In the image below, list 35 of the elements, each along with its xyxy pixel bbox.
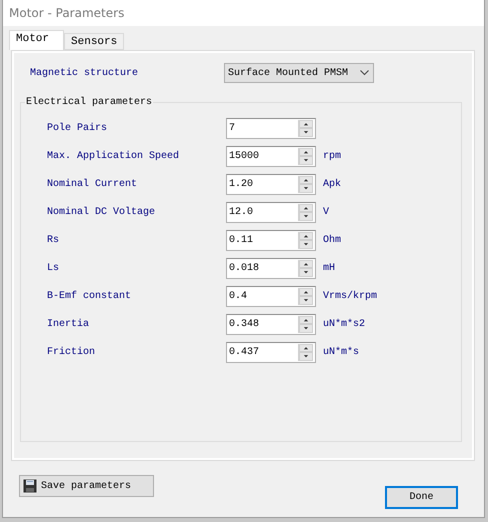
unit-label: mH	[323, 262, 336, 274]
unit-label: Ohm	[323, 234, 342, 246]
parameter-label: Max. Application Speed	[46, 150, 180, 162]
magnetic-structure-dropdown[interactable]: Surface Mounted PMSM	[224, 63, 374, 83]
spin-box[interactable]: 0.11	[226, 230, 316, 250]
unit-label: Apk	[323, 178, 342, 190]
parameter-label: Pole Pairs	[46, 122, 108, 134]
spin-box[interactable]: 12.0	[226, 202, 316, 222]
parameter-label: B-Emf constant	[46, 290, 132, 302]
spin-box[interactable]: 15000	[226, 146, 316, 166]
parameter-label: Inertia	[46, 318, 90, 330]
unit-label: rpm	[323, 150, 342, 162]
group-title: Electrical parameters	[25, 97, 154, 108]
spin-box[interactable]: 0.018	[226, 258, 316, 278]
window-title: Motor - Parameters	[9, 6, 124, 20]
spin-box[interactable]: 7	[226, 118, 316, 138]
spin-box[interactable]: 0.437	[226, 342, 316, 362]
parameter-label: Rs	[46, 234, 60, 246]
parameter-label: Friction	[46, 346, 96, 358]
tab[interactable]: Motor	[9, 30, 64, 50]
spin-box[interactable]: 0.348	[226, 314, 316, 334]
unit-label: uN*m*s	[323, 346, 360, 358]
unit-label: V	[323, 206, 330, 218]
unit-label: Vrms/krpm	[323, 290, 378, 302]
spin-box[interactable]: 1.20	[226, 174, 316, 194]
parameter-label: Ls	[46, 262, 60, 274]
chevron-down-icon	[360, 70, 369, 76]
done-button[interactable]: Done	[385, 486, 458, 509]
tab[interactable]: Sensors	[64, 33, 124, 50]
unit-label: uN*m*s2	[323, 318, 366, 330]
save-button[interactable]: Save parameters	[19, 475, 154, 497]
spin-box[interactable]: 0.4	[226, 286, 316, 306]
field-label: Magnetic structure	[29, 68, 140, 78]
parameter-label: Nominal DC Voltage	[46, 206, 156, 218]
parameter-label: Nominal Current	[46, 178, 138, 190]
